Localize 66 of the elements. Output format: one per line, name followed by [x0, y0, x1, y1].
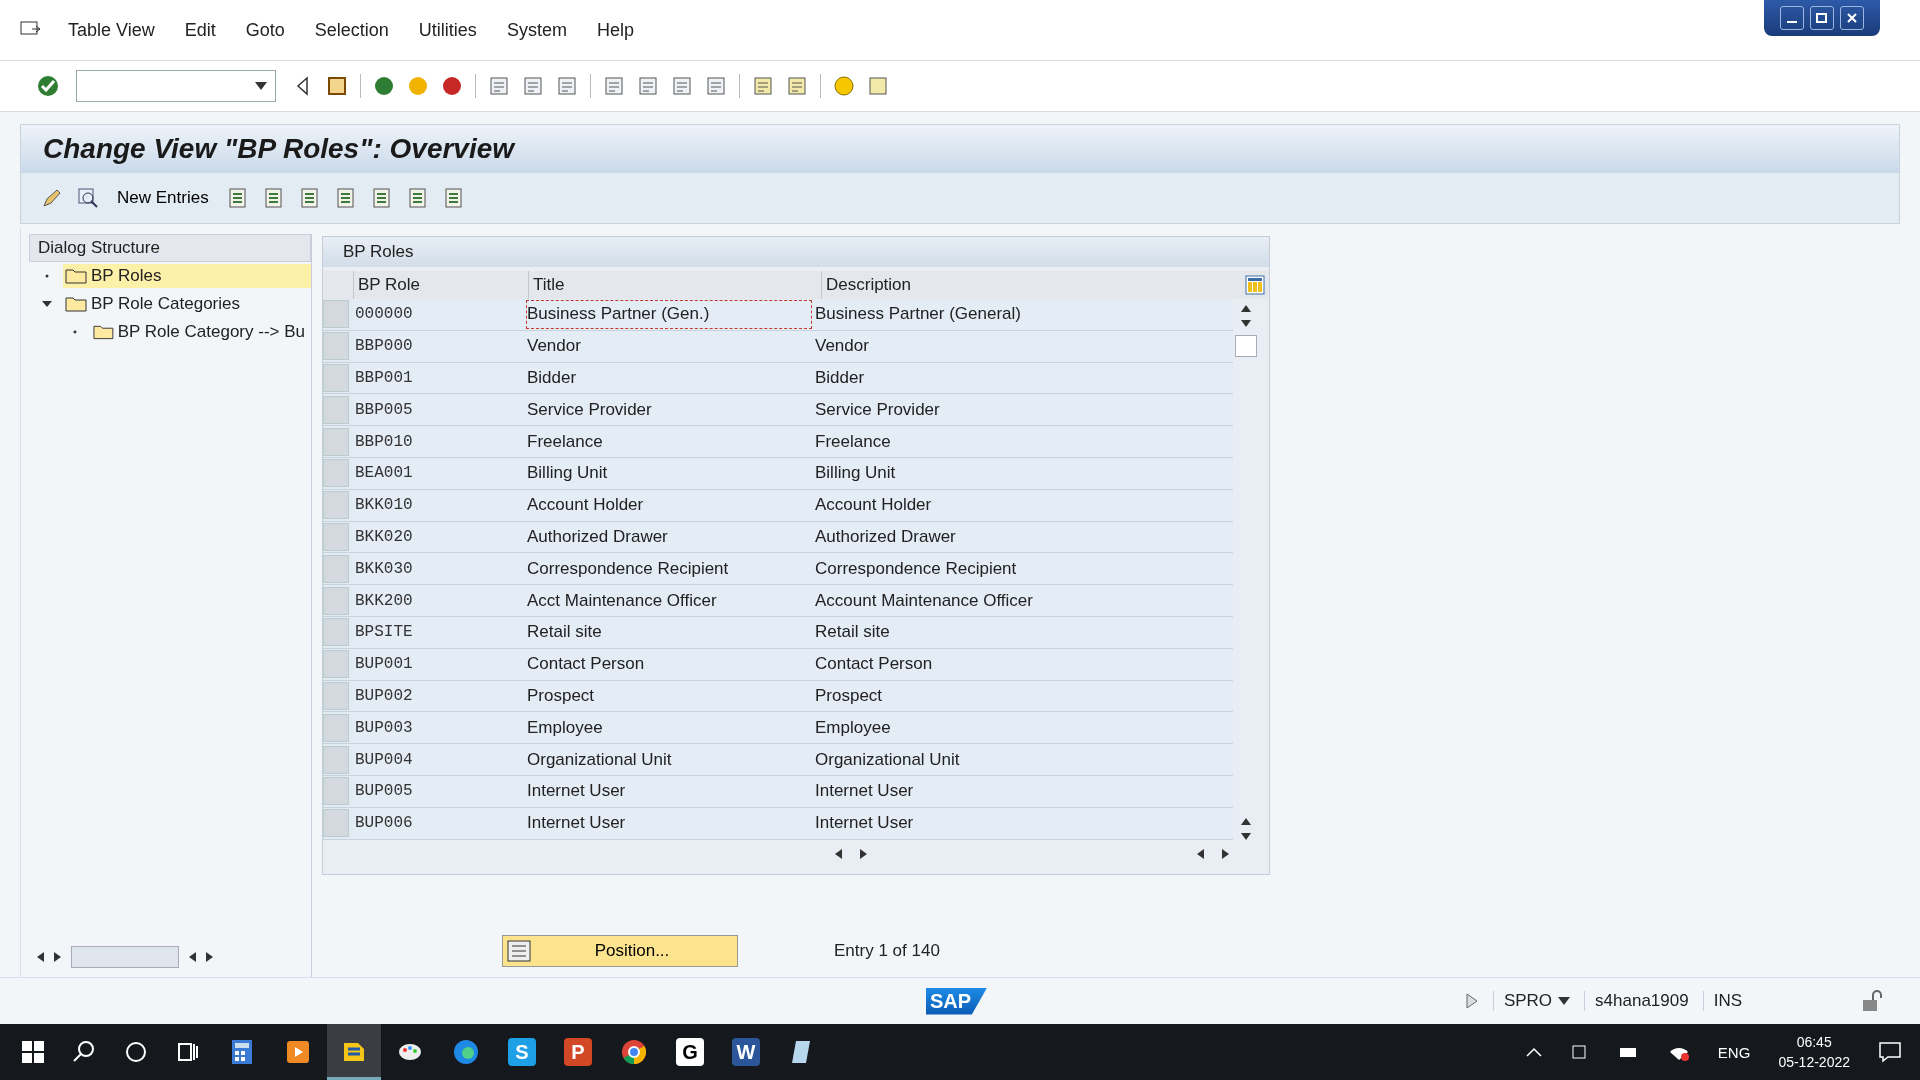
check-icon[interactable] — [36, 74, 60, 98]
app-icon[interactable]: W — [732, 1038, 760, 1066]
new-entries-button[interactable]: New Entries — [113, 186, 213, 210]
scroll-down-icon[interactable] — [1241, 832, 1251, 840]
circle-icon[interactable] — [124, 1040, 148, 1064]
notification-icon[interactable] — [1878, 1041, 1902, 1063]
entry-count: Entry 1 of 140 — [834, 940, 940, 961]
menu-item[interactable]: Goto — [233, 19, 297, 41]
dropdown-caret-icon[interactable] — [1558, 997, 1571, 1005]
scroll-right-icon[interactable] — [1222, 848, 1229, 859]
app-icon[interactable]: P — [564, 1038, 592, 1066]
language-indicator[interactable]: ENG — [1717, 1043, 1751, 1061]
scroll-right-icon[interactable] — [206, 952, 213, 962]
command-field[interactable] — [76, 70, 276, 102]
list-icon — [507, 939, 531, 962]
folder-icon — [65, 296, 87, 312]
windows-logo-icon[interactable] — [22, 1041, 44, 1063]
chrome-icon[interactable] — [620, 1038, 648, 1066]
scroll-left-icon[interactable] — [37, 952, 44, 962]
scroll-left-icon[interactable] — [1197, 848, 1204, 859]
scroll-thumb[interactable] — [1235, 335, 1257, 357]
minimize-icon[interactable] — [1780, 6, 1804, 30]
scroll-left-icon[interactable] — [189, 952, 196, 962]
menu-item[interactable]: Help — [584, 19, 646, 41]
app-icon[interactable]: G — [676, 1038, 704, 1066]
tree-item[interactable]: BP Role Categories — [63, 292, 246, 316]
search-icon[interactable] — [72, 1040, 96, 1064]
media-player-icon[interactable] — [284, 1038, 312, 1066]
transaction-code[interactable]: SPRO — [1492, 991, 1571, 1011]
panel-heading: Dialog Structure — [29, 234, 311, 262]
scroll-right-icon[interactable] — [54, 952, 61, 962]
task-view-icon[interactable] — [176, 1040, 200, 1064]
scroll-left-icon[interactable] — [835, 848, 842, 859]
tree-item[interactable]: BP Role Category --> Bu — [90, 320, 311, 344]
input-mode: INS — [1702, 991, 1742, 1011]
table-title: BP Roles — [323, 237, 1269, 267]
close-icon[interactable] — [1840, 6, 1864, 30]
menu-item[interactable]: Selection — [302, 19, 401, 41]
browser-icon[interactable] — [452, 1038, 480, 1066]
table-cell[interactable]: Business Partner (Gen.) — [525, 299, 813, 330]
menu-item[interactable]: System — [494, 19, 579, 41]
clock-date[interactable]: 05-12-2022 — [1778, 1054, 1850, 1070]
menu-item[interactable]: Utilities — [406, 19, 489, 41]
lock-icon[interactable] — [1860, 989, 1884, 1013]
dropdown-caret-icon[interactable] — [255, 82, 267, 90]
system-name: s4hana1909 — [1584, 991, 1689, 1011]
pencil-icon[interactable] — [41, 187, 63, 209]
maximize-icon[interactable] — [1810, 6, 1834, 30]
scroll-right-icon[interactable] — [860, 848, 867, 859]
menu-item[interactable]: Table View — [56, 19, 167, 41]
sap-logo: SAP — [926, 987, 988, 1015]
scroll-thumb[interactable] — [71, 946, 179, 968]
screen-title: Change View "BP Roles": Overview — [21, 125, 1899, 173]
tree-item[interactable]: BP Roles — [63, 264, 311, 288]
menu-item[interactable]: Edit — [172, 19, 228, 41]
search-icon[interactable] — [77, 187, 99, 209]
scroll-down-icon[interactable] — [1241, 320, 1251, 327]
folder-icon — [92, 324, 114, 340]
scroll-up-icon[interactable] — [1241, 817, 1251, 825]
column-settings-icon[interactable] — [1245, 275, 1265, 295]
play-icon[interactable] — [1464, 993, 1479, 1009]
clock-time[interactable]: 06:45 — [1796, 1034, 1832, 1050]
chevron-up-icon[interactable] — [1525, 1047, 1542, 1057]
scroll-up-icon[interactable] — [1241, 305, 1251, 312]
folder-icon — [65, 268, 87, 284]
position-button[interactable]: Position... — [502, 934, 738, 967]
